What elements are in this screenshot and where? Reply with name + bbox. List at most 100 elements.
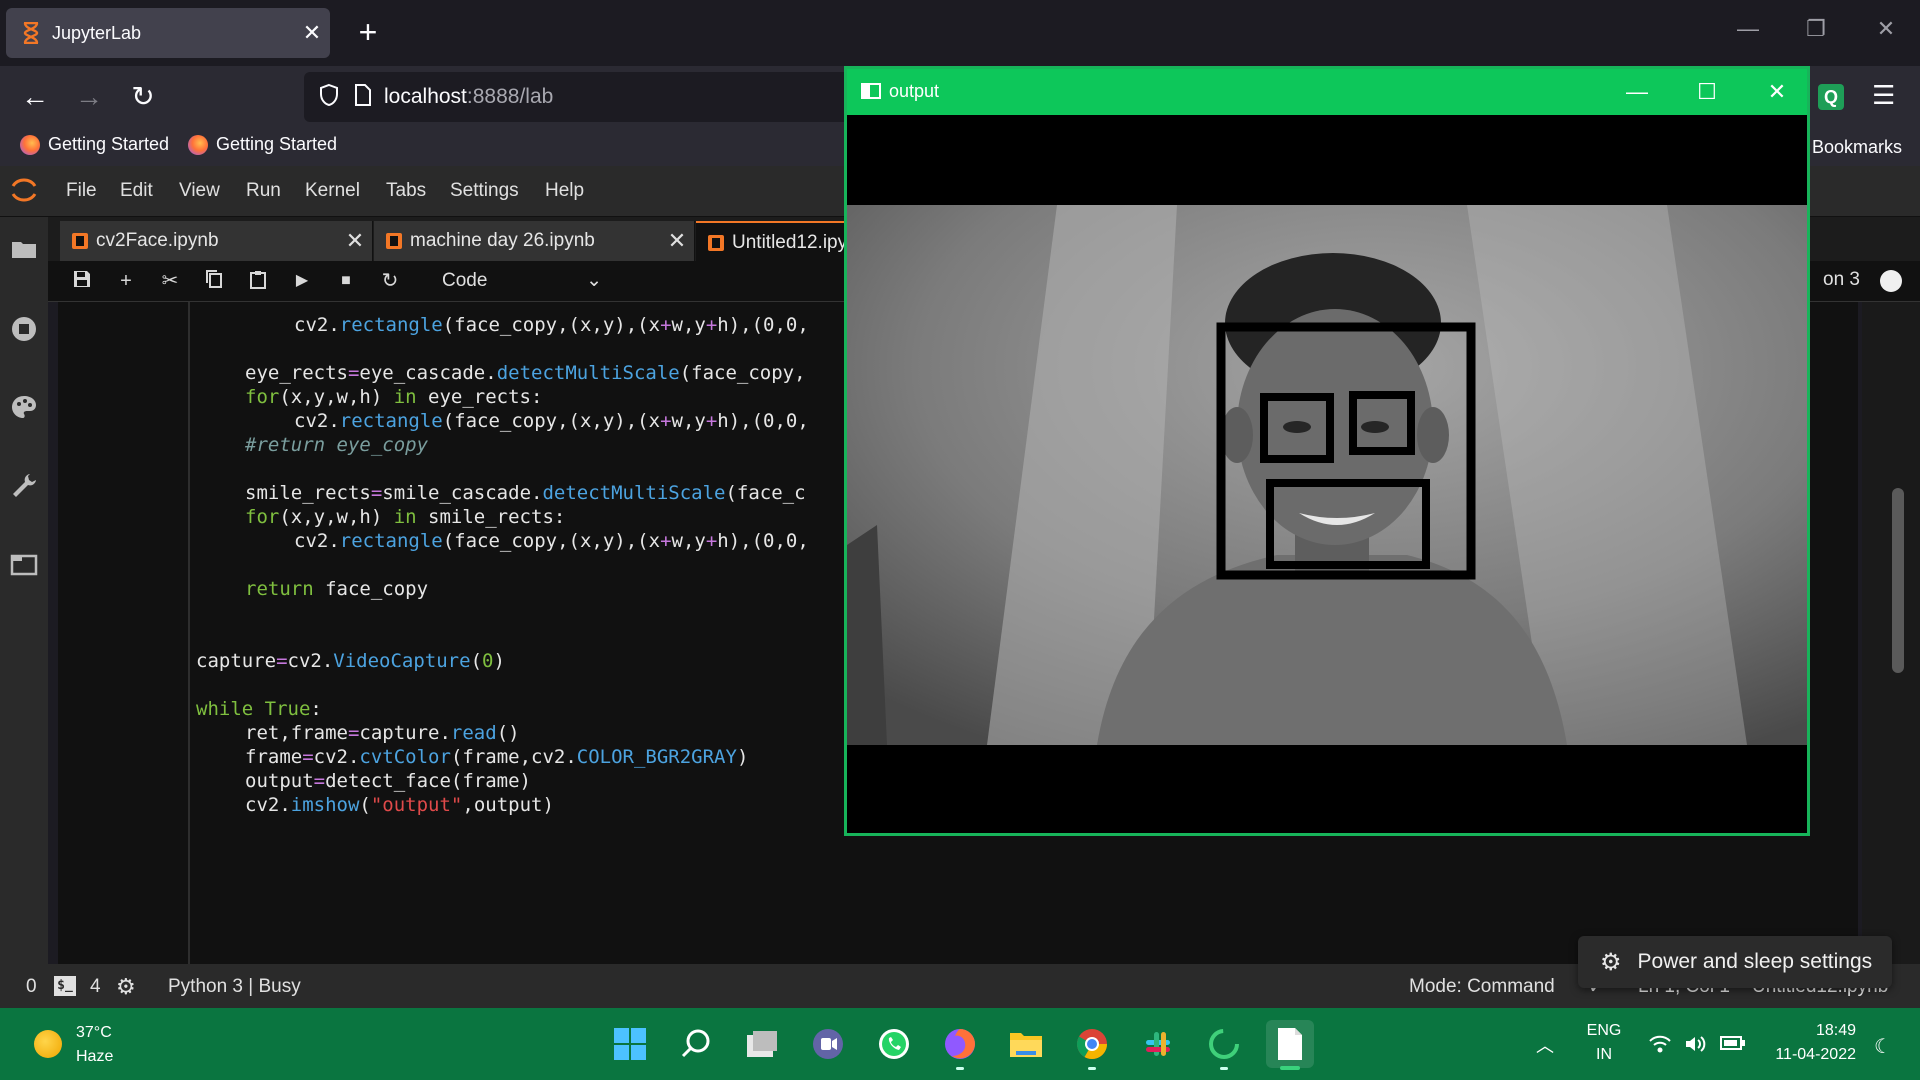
bookmark-label: Getting Started	[216, 134, 338, 154]
kernel-name[interactable]: on 3	[1823, 269, 1860, 291]
reload-button[interactable]: ↻	[126, 80, 160, 114]
firefox-taskbar-icon[interactable]	[936, 1020, 984, 1070]
restart-icon[interactable]: ↻	[378, 269, 402, 293]
power-sleep-toast[interactable]: ⚙ Power and sleep settings	[1578, 936, 1892, 988]
task-view-icon[interactable]	[738, 1020, 786, 1068]
code-line[interactable]: cv2.rectangle(face_copy,(x,y),(x+w,y+h),…	[294, 530, 809, 552]
weather-temp[interactable]: 37°C	[76, 1024, 112, 1042]
minimize-icon[interactable]: —	[1617, 79, 1657, 105]
moon-icon[interactable]: ☾	[1874, 1034, 1892, 1059]
menu-view[interactable]: View	[179, 180, 220, 202]
terminal-icon[interactable]: $_	[54, 976, 76, 996]
copy-icon[interactable]	[202, 269, 226, 293]
sun-icon[interactable]	[34, 1030, 62, 1058]
volume-icon[interactable]	[1684, 1034, 1708, 1060]
close-icon[interactable]: ✕	[338, 228, 372, 254]
url-text[interactable]: localhost:8888/lab	[384, 85, 553, 109]
firefox-icon	[188, 134, 208, 155]
back-button[interactable]: ←	[18, 80, 52, 114]
cut-icon[interactable]: ✂	[158, 269, 182, 293]
wifi-icon[interactable]	[1648, 1034, 1672, 1060]
whatsapp-icon[interactable]	[870, 1020, 918, 1068]
palette-icon[interactable]	[10, 393, 38, 421]
extension-q-icon[interactable]: Q	[1818, 84, 1844, 110]
code-line[interactable]: frame=cv2.cvtColor(frame,cv2.COLOR_BGR2G…	[245, 746, 748, 768]
slack-icon[interactable]	[1134, 1020, 1182, 1068]
browser-tab-jupyterlab[interactable]: JupyterLab ✕	[6, 8, 330, 58]
menu-kernel[interactable]: Kernel	[305, 180, 360, 202]
close-icon[interactable]: ✕	[294, 20, 330, 46]
hamburger-menu-icon[interactable]: ☰	[1872, 80, 1895, 111]
notepad-icon[interactable]	[1266, 1020, 1314, 1070]
clock-time[interactable]: 18:49	[1766, 1022, 1856, 1040]
bookmark-getting-started-2[interactable]: Getting Started	[188, 134, 337, 155]
code-line[interactable]: smile_rects=smile_cascade.detectMultiSca…	[245, 482, 806, 504]
search-icon[interactable]	[672, 1020, 720, 1068]
code-line[interactable]: eye_rects=eye_cascade.detectMultiScale(f…	[245, 362, 806, 384]
code-token: (face_copy,(x,y),(x	[442, 314, 661, 336]
new-tab-button[interactable]: +	[350, 14, 386, 50]
code-token: w,y	[671, 314, 706, 336]
menu-settings[interactable]: Settings	[450, 180, 519, 202]
run-icon[interactable]: ▶	[290, 269, 314, 293]
chevron-up-icon[interactable]: ︿	[1536, 1032, 1554, 1058]
status-count-1: 0	[26, 976, 37, 997]
chrome-icon[interactable]	[1068, 1020, 1116, 1070]
menu-help[interactable]: Help	[545, 180, 584, 202]
output-window-titlebar[interactable]: output — ☐ ✕	[847, 69, 1807, 115]
code-line[interactable]: capture=cv2.VideoCapture(0)	[196, 650, 505, 672]
folder-icon[interactable]	[10, 235, 38, 263]
code-line[interactable]: return face_copy	[245, 578, 428, 600]
maximize-icon[interactable]: ☐	[1687, 79, 1727, 105]
tab-cv2face[interactable]: cv2Face.ipynb ✕	[60, 221, 373, 261]
teams-chat-icon[interactable]	[804, 1020, 852, 1068]
menu-run[interactable]: Run	[246, 180, 281, 202]
code-token: =	[276, 650, 288, 672]
code-line[interactable]: output=detect_face(frame)	[245, 770, 531, 792]
paste-icon[interactable]	[246, 269, 270, 293]
kernel-gear-icon[interactable]: ⚙	[116, 974, 136, 1000]
kernel-status[interactable]: Python 3 | Busy	[168, 976, 301, 998]
tabs-panel-icon[interactable]	[10, 551, 38, 579]
start-icon[interactable]	[606, 1020, 654, 1068]
tab-machine-day-26[interactable]: machine day 26.ipynb ✕	[374, 221, 695, 261]
output-window[interactable]: output — ☐ ✕	[844, 66, 1810, 836]
code-line[interactable]: cv2.rectangle(face_copy,(x,y),(x+w,y+h),…	[294, 410, 809, 432]
code-line[interactable]: ret,frame=capture.read()	[245, 722, 520, 744]
language-region[interactable]: IN	[1584, 1046, 1624, 1064]
close-window-icon[interactable]: ✕	[1866, 16, 1906, 42]
menu-edit[interactable]: Edit	[120, 180, 153, 202]
code-line[interactable]: while True:	[196, 698, 322, 720]
language-code[interactable]: ENG	[1584, 1022, 1624, 1040]
other-bookmarks[interactable]: Bookmarks	[1812, 137, 1902, 158]
cell-gutter	[188, 302, 190, 964]
vertical-scrollbar[interactable]	[1892, 488, 1904, 673]
clock-date[interactable]: 11-04-2022	[1766, 1046, 1856, 1064]
add-cell-icon[interactable]: +	[114, 269, 138, 293]
minimize-icon[interactable]: —	[1728, 16, 1768, 42]
close-icon[interactable]: ✕	[660, 228, 694, 254]
cell-type-select[interactable]: Code ⌄	[442, 267, 602, 295]
editor-mode[interactable]: Mode: Command	[1409, 976, 1555, 998]
bookmark-getting-started-1[interactable]: Getting Started	[20, 134, 169, 155]
wrench-icon[interactable]	[10, 471, 38, 499]
stop-icon[interactable]: ■	[334, 269, 358, 293]
save-icon[interactable]	[70, 269, 94, 293]
running-stop-icon[interactable]	[10, 315, 38, 343]
weather-condition[interactable]: Haze	[76, 1048, 113, 1066]
restore-icon[interactable]: ❐	[1796, 16, 1836, 42]
loading-spinner-icon[interactable]	[1200, 1020, 1248, 1070]
battery-icon[interactable]	[1720, 1034, 1746, 1058]
shield-icon[interactable]	[318, 83, 340, 112]
code-line[interactable]: cv2.rectangle(face_copy,(x,y),(x+w,y+h),…	[294, 314, 809, 336]
file-explorer-icon[interactable]	[1002, 1020, 1050, 1068]
code-line[interactable]: cv2.imshow("output",output)	[245, 794, 554, 816]
tab-title: machine day 26.ipynb	[410, 230, 595, 251]
menu-tabs[interactable]: Tabs	[386, 180, 426, 202]
code-line[interactable]: for(x,y,w,h) in eye_rects:	[245, 386, 542, 408]
menu-file[interactable]: File	[66, 180, 97, 202]
code-line[interactable]: #return eye_copy	[245, 434, 428, 456]
close-icon[interactable]: ✕	[1757, 79, 1797, 105]
code-line[interactable]: for(x,y,w,h) in smile_rects:	[245, 506, 565, 528]
forward-button[interactable]: →	[72, 80, 106, 114]
